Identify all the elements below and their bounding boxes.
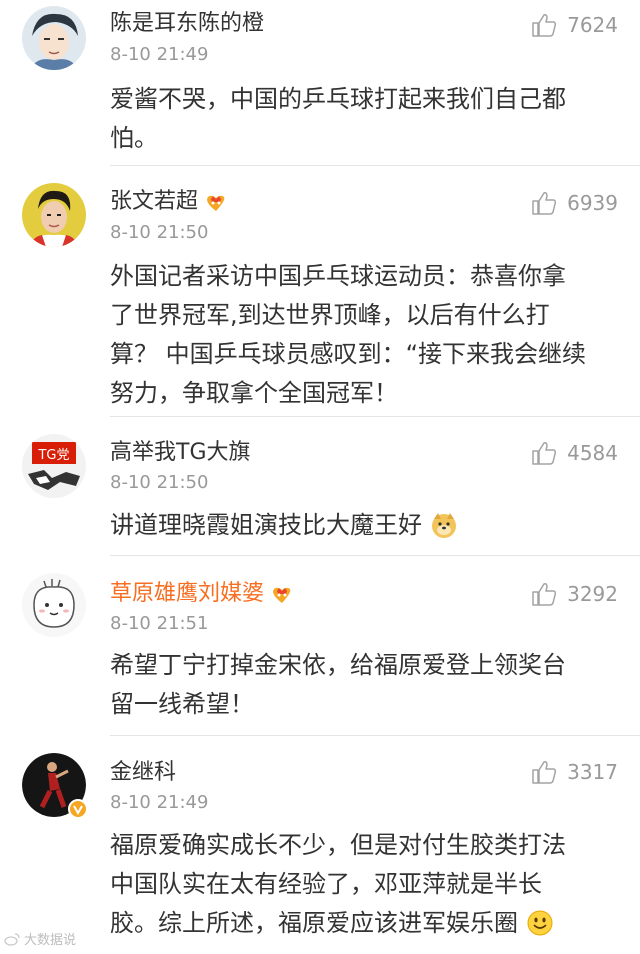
username-text[interactable]: 金继科 <box>110 759 176 787</box>
thumbs-up-icon <box>532 192 557 215</box>
username-text[interactable]: 草原雄鹰刘媒婆 <box>110 580 264 608</box>
timestamp: 8-10 21:50 <box>110 222 209 243</box>
smile-emoji <box>527 910 553 936</box>
person-avatar-image <box>22 183 86 247</box>
like-count: 3317 <box>567 760 618 784</box>
avatar[interactable] <box>22 6 86 70</box>
comment-line: 胶。综上所述，福原爱应该进军娱乐圈 <box>110 904 625 943</box>
like-button[interactable]: 3317 <box>531 759 618 785</box>
divider <box>110 555 640 556</box>
heart-crown-icon <box>273 587 291 603</box>
comment-line: 留一线希望！ <box>110 690 254 718</box>
thumbs-up-icon <box>532 14 557 37</box>
username[interactable]: 金继科 <box>110 759 176 787</box>
avatar[interactable] <box>22 573 86 637</box>
comment-line-text: 讲道理晓霞姐演技比大魔王好 <box>110 511 422 539</box>
comment-text: 爱酱不哭，中国的乒乓球打起来我们自己都 怕。 <box>110 80 625 158</box>
weibo-logo-icon <box>4 932 20 946</box>
heart-crown-icon <box>207 195 225 211</box>
timestamp: 8-10 21:50 <box>110 472 209 493</box>
avatar[interactable]: TG党 <box>22 434 86 498</box>
comment-line: 中国队实在太有经验了，邓亚萍就是半长 <box>110 870 542 898</box>
username[interactable]: 张文若超 <box>110 188 228 216</box>
divider <box>110 735 640 736</box>
tg-flag-avatar-image: TG党 <box>22 434 86 498</box>
username-text[interactable]: 高举我TG大旗 <box>110 439 251 467</box>
like-count: 3292 <box>567 582 618 606</box>
like-count: 4584 <box>567 441 618 465</box>
avatar-text: TG党 <box>37 448 69 463</box>
cartoon-avatar-image <box>22 573 86 637</box>
comment-line: 爱酱不哭，中国的乒乓球打起来我们自己都 <box>110 85 566 113</box>
comment-text: 外国记者采访中国乒乓球运动员：恭喜你拿 了世界冠军,到达世界顶峰，以后有什么打 … <box>110 257 625 413</box>
comment-line: 算？ 中国乒乓球员感叹到：“接下来我会继续 <box>110 340 587 368</box>
comment-line: 希望丁宁打掉金宋依，给福原爱登上领奖台 <box>110 651 566 679</box>
username-text[interactable]: 张文若超 <box>110 188 198 216</box>
thumbs-up-icon <box>532 442 557 465</box>
like-button[interactable]: 3292 <box>531 581 618 607</box>
like-button[interactable]: 4584 <box>531 440 618 466</box>
like-button[interactable]: 6939 <box>531 190 618 216</box>
thumbs-up-icon <box>532 761 557 784</box>
timestamp: 8-10 21:49 <box>110 44 209 65</box>
anime-avatar-image <box>22 6 86 70</box>
divider <box>110 416 640 417</box>
comment-line: 福原爱确实成长不少，但是对付生胶类打法 <box>110 831 566 859</box>
watermark-text: 大数据说 <box>24 933 77 948</box>
like-button[interactable]: 7624 <box>531 12 618 38</box>
comment-line-text: 胶。综上所述，福原爱应该进军娱乐圈 <box>110 909 518 937</box>
verified-v-icon <box>68 799 88 819</box>
timestamp: 8-10 21:51 <box>110 613 209 634</box>
username[interactable]: 草原雄鹰刘媒婆 <box>110 580 294 608</box>
comment-line: 外国记者采访中国乒乓球运动员：恭喜你拿 <box>110 262 566 290</box>
timestamp: 8-10 21:49 <box>110 792 209 813</box>
like-count: 7624 <box>567 13 618 37</box>
comment-line: 努力，争取拿个全国冠军！ <box>110 379 398 407</box>
username[interactable]: 高举我TG大旗 <box>110 439 251 467</box>
avatar[interactable] <box>22 183 86 247</box>
comment-text: 福原爱确实成长不少，但是对付生胶类打法 中国队实在太有经验了，邓亚萍就是半长 胶… <box>110 826 625 943</box>
username-text[interactable]: 陈是耳东陈的橙 <box>110 10 264 38</box>
watermark: 大数据说 <box>4 929 76 948</box>
comment-text: 希望丁宁打掉金宋依，给福原爱登上领奖台 留一线希望！ <box>110 646 625 724</box>
like-count: 6939 <box>567 191 618 215</box>
comment-line: 了世界冠军,到达世界顶峰，以后有什么打 <box>110 301 550 329</box>
username[interactable]: 陈是耳东陈的橙 <box>110 10 264 38</box>
comment-line: 讲道理晓霞姐演技比大魔王好 <box>110 506 625 545</box>
avatar[interactable] <box>22 753 88 819</box>
divider <box>110 165 640 166</box>
doge-emoji <box>431 513 456 538</box>
comment-line: 怕。 <box>110 124 158 152</box>
thumbs-up-icon <box>532 583 557 606</box>
comment-text: 讲道理晓霞姐演技比大魔王好 <box>110 506 625 545</box>
